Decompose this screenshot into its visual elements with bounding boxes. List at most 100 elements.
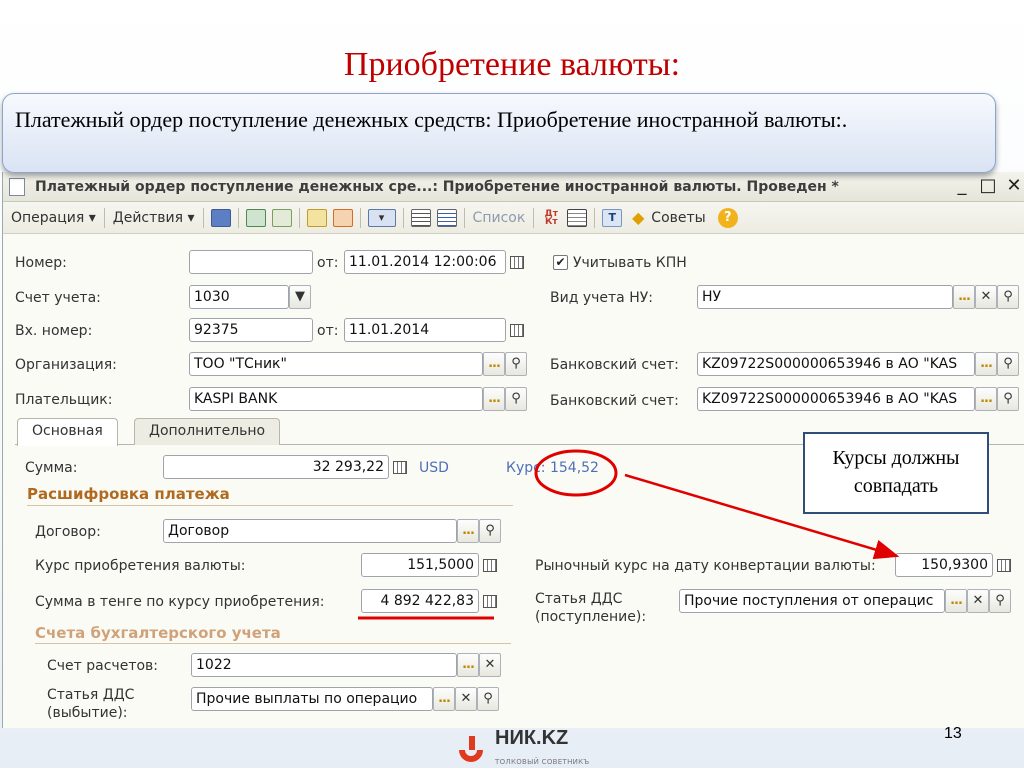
chevron-down-icon[interactable]: ▼	[289, 285, 311, 309]
enter-based-icon[interactable]: ▾	[367, 208, 396, 227]
select-dots-button[interactable]: ...	[483, 387, 505, 411]
nu-field[interactable]: НУ	[697, 285, 953, 309]
toolbar-separator	[359, 207, 361, 228]
toolbar-separator	[103, 207, 105, 228]
annotation-line1: Курсы должны	[832, 447, 960, 469]
logo-name: НИК.KZ	[495, 727, 569, 749]
footer-logo: НИК.KZ ТОЛКОВЫЙ СОВЕТНИКЪ	[455, 728, 590, 772]
window-title: Платежный ордер поступление денежных сре…	[35, 178, 839, 195]
annotation-box: Курсы должны совпадать	[803, 432, 989, 514]
search-icon[interactable]: ⚲	[997, 352, 1019, 376]
maximize-button[interactable]: □	[977, 175, 999, 196]
sum-label: Сумма:	[25, 460, 78, 476]
section-divider	[27, 505, 513, 506]
calculator-icon[interactable]	[993, 553, 1015, 577]
search-icon[interactable]: ⚲	[989, 589, 1011, 613]
toolbar-separator	[463, 207, 465, 228]
search-icon[interactable]: ⚲	[505, 352, 527, 376]
settings-list-icon[interactable]	[436, 208, 457, 227]
search-icon[interactable]: ⚲	[479, 519, 501, 543]
select-dots-button[interactable]: ...	[433, 687, 455, 711]
toolbar-separator	[533, 207, 535, 228]
select-dots-button[interactable]: ...	[457, 653, 479, 677]
bank-account-label: Банковский счет:	[550, 357, 679, 373]
kpn-label: Учитывать КПН	[573, 255, 687, 271]
dtkt-icon[interactable]: Дт Кт	[541, 209, 561, 227]
kpn-checkbox[interactable]: ✔	[553, 255, 568, 270]
bank-account-field[interactable]: KZ09722S000000653946 в АО "KAS	[697, 352, 975, 376]
bank-account-label: Банковский счет:	[550, 393, 679, 409]
calendar-icon[interactable]	[506, 318, 528, 342]
titlebar: Платежный ордер поступление денежных сре…	[3, 172, 1024, 202]
number-label: Номер:	[15, 255, 67, 271]
search-icon[interactable]: ⚲	[997, 285, 1019, 309]
dds-out-label: Статья ДДС (выбытие):	[47, 686, 134, 722]
contract-label: Договор:	[35, 524, 101, 540]
select-dots-button[interactable]: ...	[483, 352, 505, 376]
calculator-icon[interactable]	[479, 589, 501, 613]
clear-icon[interactable]: ✕	[967, 589, 989, 613]
tab-main[interactable]: Основная	[17, 418, 118, 446]
calculator-icon[interactable]	[479, 553, 501, 577]
slide-title: Приобретение валюты:	[343, 46, 681, 83]
text-format-icon[interactable]: T	[602, 208, 623, 227]
document-icon	[9, 177, 25, 196]
date-from-label: от:	[317, 255, 339, 271]
unpost-icon[interactable]	[332, 208, 353, 227]
section-divider	[35, 643, 511, 644]
contract-field[interactable]: Договор	[163, 519, 457, 543]
tenge-sum-field[interactable]: 4 892 422,83	[361, 589, 479, 613]
toolbar: Операция ▾ Действия ▾ ▾ Список Дт Кт T ◆…	[3, 202, 1024, 234]
select-dots-button[interactable]: ...	[975, 352, 997, 376]
logo-text-block: НИК.KZ ТОЛКОВЫЙ СОВЕТНИКЪ	[495, 728, 590, 772]
select-dots-button[interactable]: ...	[945, 589, 967, 613]
actions-menu[interactable]: Действия ▾	[109, 206, 199, 230]
currency-link[interactable]: USD	[419, 460, 449, 476]
report-icon[interactable]	[567, 208, 588, 227]
search-icon[interactable]: ⚲	[477, 687, 499, 711]
clear-icon[interactable]: ✕	[455, 687, 477, 711]
close-button[interactable]: ✕	[1003, 175, 1024, 196]
date-field[interactable]: 11.01.2014 12:00:06	[344, 250, 506, 274]
organization-field[interactable]: ТОО "ТСник"	[189, 352, 483, 376]
tab-additional[interactable]: Дополнительно	[134, 418, 281, 445]
tips-button[interactable]: Советы	[651, 206, 709, 230]
clear-icon[interactable]: ✕	[975, 285, 997, 309]
bank-account-field[interactable]: KZ09722S000000653946 в АО "KAS	[697, 387, 975, 411]
copy-icon[interactable]	[271, 208, 292, 227]
calendar-icon[interactable]	[506, 250, 528, 274]
post-icon[interactable]	[306, 208, 327, 227]
annotation-line2: совпадать	[853, 475, 939, 497]
settlement-account-field[interactable]: 1022	[191, 653, 457, 677]
incoming-date-field[interactable]: 11.01.2014	[344, 318, 506, 342]
search-icon[interactable]: ⚲	[505, 387, 527, 411]
exchange-rate-link[interactable]: Курс: 154,52	[506, 460, 599, 476]
toolbar-separator	[402, 207, 404, 228]
help-icon[interactable]: ?	[717, 207, 738, 228]
clear-icon[interactable]: ✕	[479, 653, 501, 677]
structure-icon[interactable]	[410, 208, 431, 227]
purchase-rate-field[interactable]: 151,5000	[361, 553, 479, 577]
select-dots-button[interactable]: ...	[975, 387, 997, 411]
refresh-icon[interactable]	[245, 208, 266, 227]
list-button[interactable]: Список	[469, 206, 530, 230]
incoming-number-field[interactable]: 92375	[189, 318, 313, 342]
settlement-account-label: Счет расчетов:	[47, 658, 159, 674]
save-icon[interactable]	[210, 208, 231, 227]
minimize-button[interactable]: _	[951, 175, 973, 196]
number-field[interactable]	[189, 250, 313, 274]
select-dots-button[interactable]: ...	[953, 285, 975, 309]
operation-menu[interactable]: Операция ▾	[7, 206, 100, 230]
market-rate-field[interactable]: 150,9300	[895, 553, 993, 577]
search-icon[interactable]: ⚲	[997, 387, 1019, 411]
payer-field[interactable]: KASPI BANK	[189, 387, 483, 411]
accounting-section-title: Счета бухгалтерского учета	[35, 624, 281, 642]
sum-field[interactable]: 32 293,22	[163, 455, 389, 479]
dds-out-field[interactable]: Прочие выплаты по операцио	[191, 687, 433, 711]
dds-out-label-line2: (выбытие):	[47, 705, 128, 721]
dds-in-field[interactable]: Прочие поступления от операцис	[679, 589, 945, 613]
select-dots-button[interactable]: ...	[457, 519, 479, 543]
dds-in-label-line2: (поступление):	[535, 609, 647, 625]
account-field[interactable]: 1030	[189, 285, 289, 309]
calculator-icon[interactable]	[389, 455, 411, 479]
